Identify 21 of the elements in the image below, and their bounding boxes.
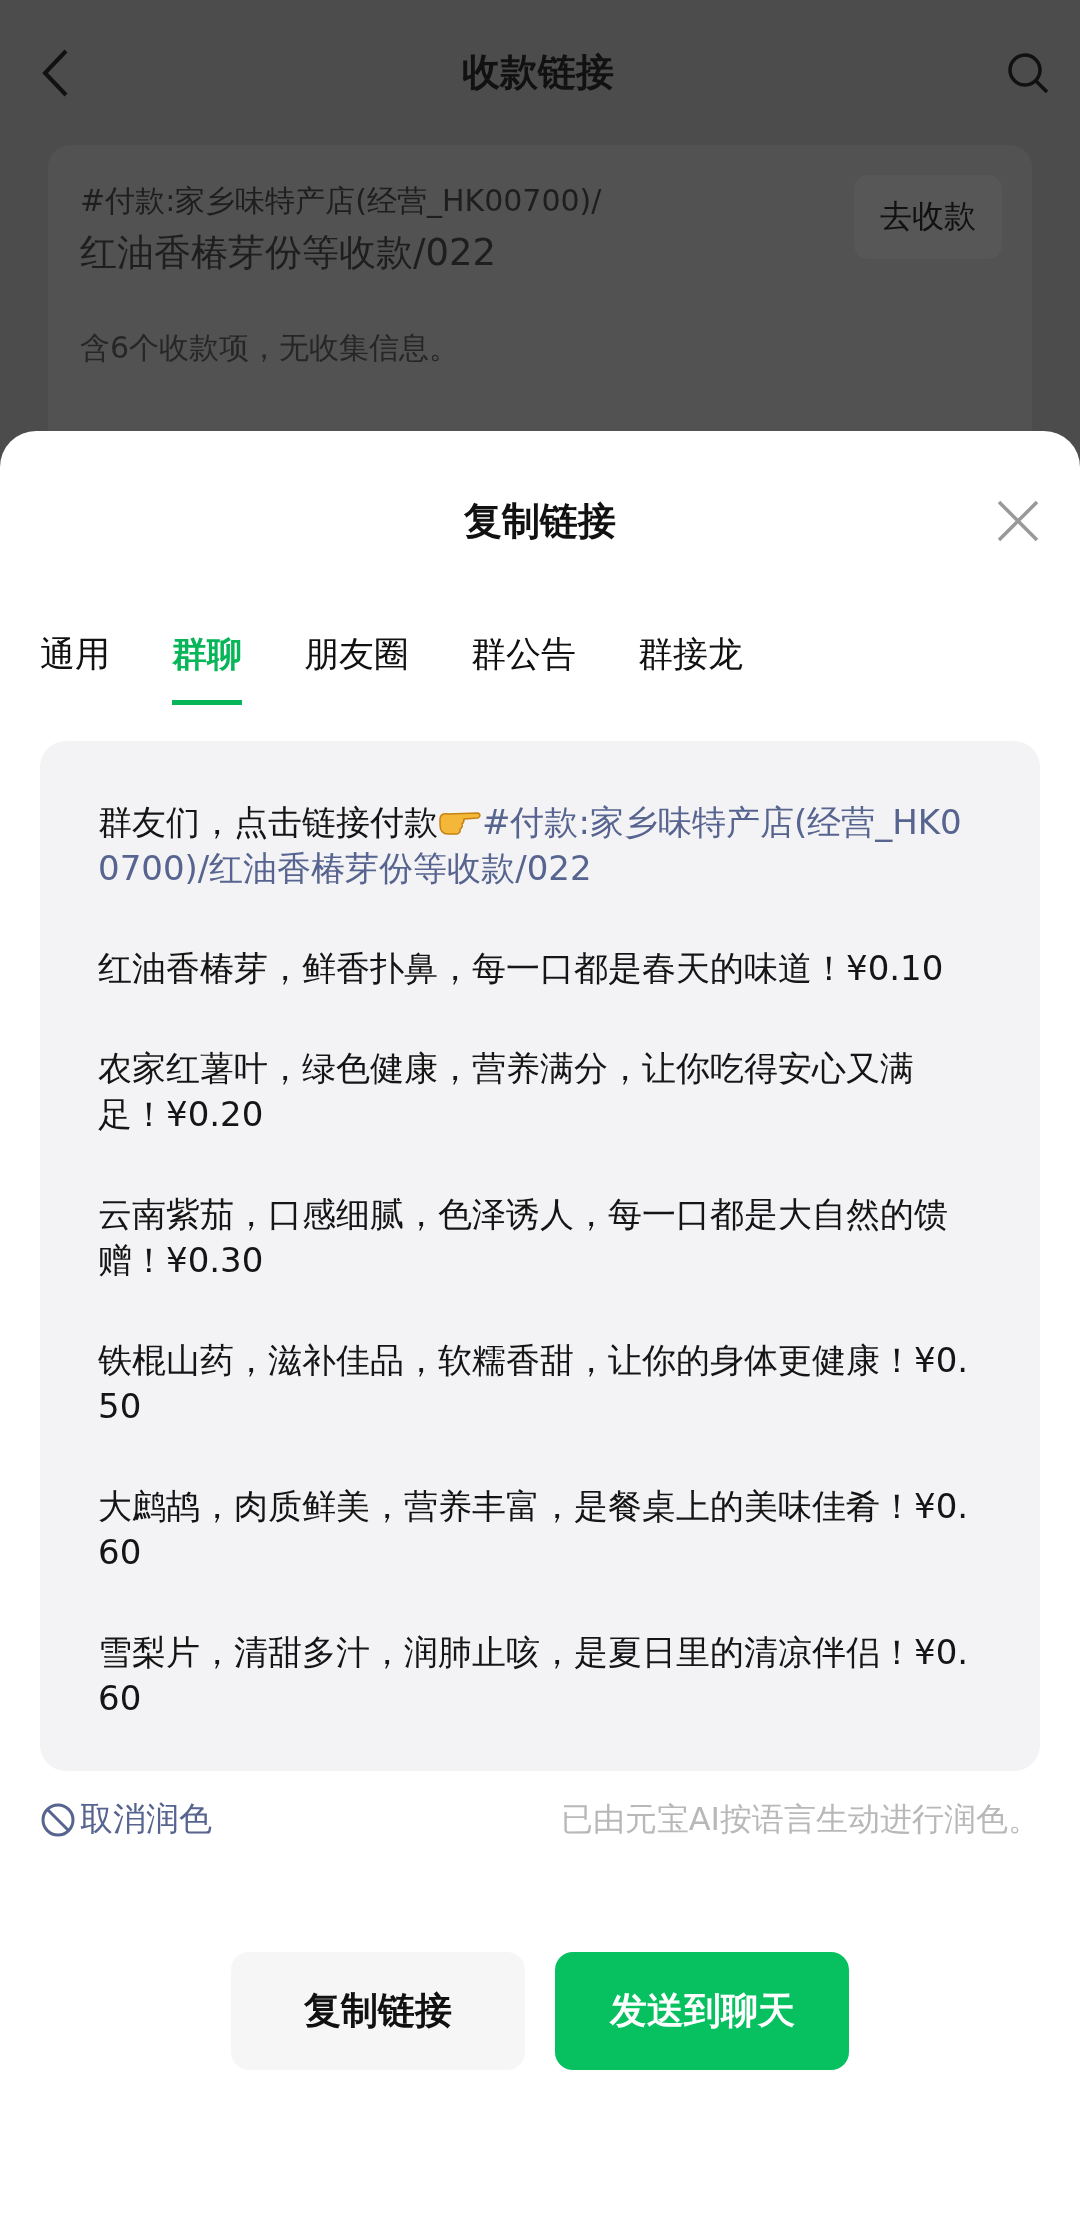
message-item: 雪梨片，清甜多汁，润肺止咳，是夏日里的清凉伴侣！¥0.60 bbox=[98, 1631, 970, 1720]
message-item: 红油香椿芽，鲜香扑鼻，每一口都是春天的味道！¥0.10 bbox=[98, 947, 945, 990]
page-title: 收款链接 bbox=[462, 49, 614, 96]
copy-button[interactable]: 复制链接 bbox=[231, 1952, 525, 2070]
message-item: 铁棍山药，滋补佳品，软糯香甜，让你的身体更健康！¥0.50 bbox=[98, 1339, 970, 1428]
message-item: 农家红薯叶，绿色健康，营养满分，让你吃得安心又满足！¥0.20 bbox=[98, 1047, 915, 1136]
message-text: 群友们，点击链接付款 #付款:家乡味特产店(经营_HK00700)/红油香椿芽份等收款/022 bbox=[98, 801, 963, 890]
tab[interactable]: 朋友圈 bbox=[304, 631, 409, 705]
pointing-hand-icon bbox=[438, 809, 482, 837]
search-icon[interactable] bbox=[1006, 50, 1050, 95]
tab[interactable]: 群接龙 bbox=[638, 631, 743, 705]
back-icon[interactable] bbox=[40, 47, 70, 98]
cancel-polish-button[interactable]: 取消润色 bbox=[40, 1797, 212, 1842]
tab[interactable]: 通用 bbox=[40, 631, 110, 705]
message-item: 云南紫茄，口感细腻，色泽诱人，每一口都是大自然的馈赠！¥0.30 bbox=[98, 1193, 949, 1282]
close-icon[interactable] bbox=[996, 499, 1040, 543]
sheet-title: 复制链接 bbox=[464, 497, 616, 545]
polish-note: 已由元宝AI按语言生动进行润色。 bbox=[560, 1798, 1040, 1840]
message-item: 大鹧鸪，肉质鲜美，营养丰富，是餐桌上的美味佳肴！¥0.60 bbox=[98, 1485, 970, 1574]
tab[interactable]: 群公告 bbox=[471, 631, 576, 705]
ban-icon bbox=[40, 1801, 76, 1838]
